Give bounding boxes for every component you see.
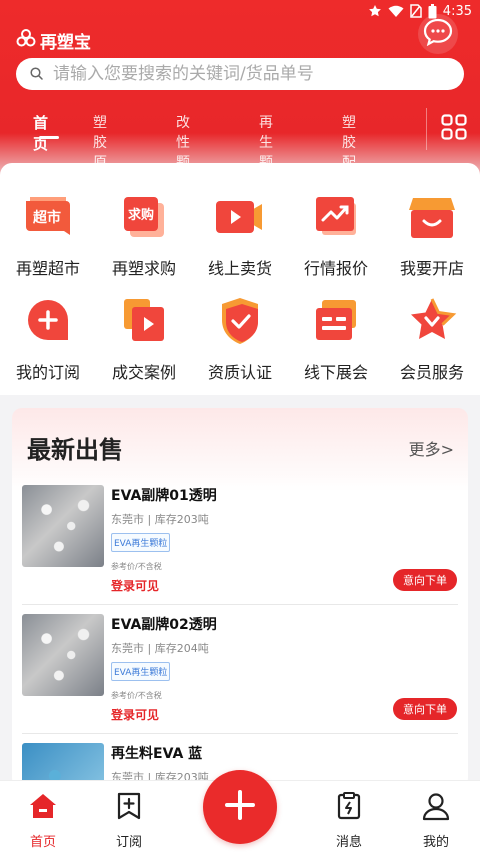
supermarket-icon: 超市 xyxy=(20,189,76,245)
service-label: 会员服务 xyxy=(399,363,464,382)
plus-icon xyxy=(225,790,255,824)
supermarket-icon-text: 超市 xyxy=(32,209,61,226)
wifi-icon xyxy=(388,5,404,18)
product-item[interactable]: EVA副牌02透明 东莞市 | 库存204吨 EVA再生颗粒 参考价/不含税 登… xyxy=(12,614,468,744)
product-name: EVA副牌02透明 xyxy=(111,617,217,633)
service-open-shop[interactable]: 我要开店 xyxy=(384,189,480,279)
tab-mine[interactable]: 我的 xyxy=(396,791,476,850)
all-categories-button[interactable] xyxy=(426,108,480,150)
open-shop-icon xyxy=(404,189,460,245)
service-online-sell[interactable]: 线上卖货 xyxy=(192,189,288,279)
login-to-view-price[interactable]: 登录可见 xyxy=(111,706,159,723)
service-label: 行情报价 xyxy=(303,259,368,278)
exhibition-icon xyxy=(308,293,364,349)
service-purchase[interactable]: 求购 再塑求购 xyxy=(96,189,192,279)
service-supermarket[interactable]: 超市 再塑超市 xyxy=(0,189,96,279)
video-sell-icon xyxy=(212,189,268,245)
service-exhibition[interactable]: 线下展会 xyxy=(288,293,384,383)
login-to-view-price[interactable]: 登录可见 xyxy=(111,577,159,594)
section-title: 最新出售 xyxy=(27,436,123,464)
service-grid: 超市 再塑超市 求购 再塑求购 线上卖货 行情报价 我要开店 我的订阅 成交案例… xyxy=(0,163,480,395)
tab-label: 消息 xyxy=(335,835,362,850)
tab-home-bottom[interactable]: 首页 xyxy=(3,791,83,850)
service-market-price[interactable]: 行情报价 xyxy=(288,189,384,279)
purchase-icon-text: 求购 xyxy=(128,207,154,223)
product-tag: EVA再生颗粒 xyxy=(111,533,171,552)
grid-icon xyxy=(440,114,467,144)
brand-name: 再塑宝 xyxy=(40,33,91,53)
status-bar: 4:35 xyxy=(0,0,480,22)
service-membership[interactable]: 会员服务 xyxy=(384,293,480,383)
tab-label: 我的 xyxy=(422,835,449,850)
tab-subscribe[interactable]: 订阅 xyxy=(89,791,169,850)
subscribe-add-icon xyxy=(20,293,76,349)
service-certification[interactable]: 资质认证 xyxy=(192,293,288,383)
service-label: 线下展会 xyxy=(303,363,368,382)
logo-icon xyxy=(16,28,36,53)
purchase-request-icon: 求购 xyxy=(116,189,172,245)
search-input[interactable] xyxy=(53,64,453,84)
service-label: 再塑超市 xyxy=(15,259,80,278)
header: 4:35 再塑宝 首页 塑胶原料 改性颗粒 再生颗粒 塑胶配件 xyxy=(0,0,480,191)
member-star-icon xyxy=(404,293,460,349)
product-name: 再生料EVA 蓝 xyxy=(111,746,203,762)
product-tag: EVA再生颗粒 xyxy=(111,662,171,681)
service-label: 我的订阅 xyxy=(15,363,80,382)
product-image xyxy=(22,485,104,567)
certification-shield-icon xyxy=(212,293,268,349)
chevron-right-icon: > xyxy=(440,440,454,459)
price-trend-icon xyxy=(308,189,364,245)
product-name: EVA副牌01透明 xyxy=(111,488,217,504)
tab-home[interactable]: 首页 xyxy=(33,112,60,154)
case-play-icon xyxy=(116,293,172,349)
search-icon xyxy=(30,65,43,84)
sim-icon xyxy=(410,4,422,18)
tab-label: 首页 xyxy=(29,835,56,850)
chat-bubble-icon xyxy=(423,18,453,50)
star-icon xyxy=(368,4,382,18)
tab-label: 订阅 xyxy=(115,835,142,850)
service-deal-cases[interactable]: 成交案例 xyxy=(96,293,192,383)
product-location: 东莞市 | 库存203吨 xyxy=(111,513,209,526)
publish-fab-button[interactable] xyxy=(203,770,277,844)
message-button[interactable] xyxy=(418,14,458,54)
service-label: 再塑求购 xyxy=(111,259,176,278)
intent-order-button[interactable]: 意向下单 xyxy=(393,569,457,591)
divider xyxy=(22,604,458,605)
service-my-subscription[interactable]: 我的订阅 xyxy=(0,293,96,383)
reference-price-note: 参考价/不含税 xyxy=(111,691,162,700)
brand: 再塑宝 xyxy=(16,28,91,53)
product-item[interactable]: EVA副牌01透明 东莞市 | 库存203吨 EVA再生颗粒 参考价/不含税 登… xyxy=(12,485,468,615)
service-label: 线上卖货 xyxy=(207,259,272,278)
service-label: 成交案例 xyxy=(111,363,176,382)
tab-messages[interactable]: 消息 xyxy=(309,791,389,850)
divider xyxy=(22,733,458,734)
product-location: 东莞市 | 库存204吨 xyxy=(111,642,209,655)
bookmark-add-icon xyxy=(114,791,144,825)
product-image xyxy=(22,614,104,696)
reference-price-note: 参考价/不含税 xyxy=(111,562,162,571)
message-clipboard-icon xyxy=(334,791,364,825)
more-link[interactable]: 更多> xyxy=(409,436,454,460)
home-icon xyxy=(28,791,58,825)
service-label: 资质认证 xyxy=(207,363,272,382)
search-bar[interactable] xyxy=(16,58,464,90)
user-icon xyxy=(421,791,451,825)
service-label: 我要开店 xyxy=(399,259,464,278)
latest-sale-section: 最新出售 更多> EVA副牌01透明 东莞市 | 库存203吨 EVA再生颗粒 … xyxy=(12,408,468,788)
intent-order-button[interactable]: 意向下单 xyxy=(393,698,457,720)
